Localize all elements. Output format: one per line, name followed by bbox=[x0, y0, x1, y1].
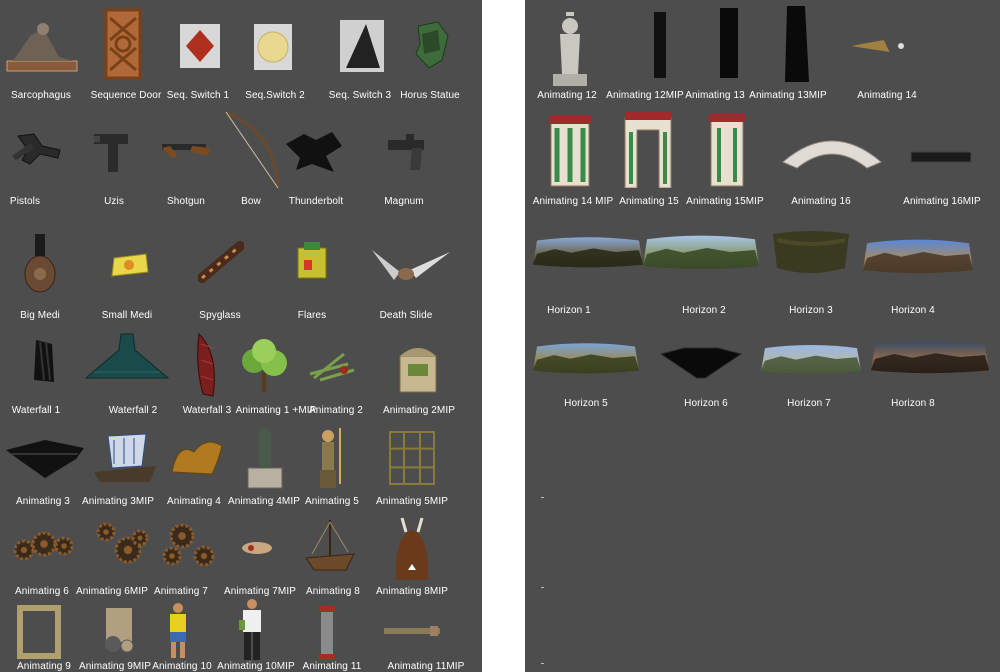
sarcophagus-icon bbox=[3, 15, 81, 75]
animating-2-icon bbox=[308, 346, 358, 384]
animating-1-mip-icon bbox=[238, 336, 290, 394]
waterfall-3-icon bbox=[195, 332, 219, 398]
animating-11mip-icon bbox=[382, 624, 442, 638]
right-panel: Animating 12 Animating 12MIP Animating 13 A… bbox=[525, 0, 1000, 672]
animating-9mip-icon bbox=[100, 604, 138, 658]
animating-13mip-icon bbox=[783, 4, 811, 84]
seq-switch-3-icon bbox=[338, 18, 386, 74]
asset-label: Animating 2MIP bbox=[383, 405, 455, 416]
animating-12mip-icon bbox=[652, 10, 668, 80]
animating-4-icon bbox=[166, 432, 228, 480]
asset-label: Horizon 7 bbox=[787, 398, 831, 409]
animating-5mip-icon bbox=[388, 430, 436, 486]
shotgun-icon bbox=[162, 138, 210, 160]
left-panel: Sarcophagus Sequence Door Seq. Switch 1 Seq… bbox=[0, 0, 482, 672]
animating-13-icon bbox=[718, 6, 740, 80]
animating-15-icon bbox=[621, 108, 675, 189]
animating-16mip-icon bbox=[909, 150, 973, 164]
waterfall-1-icon bbox=[30, 338, 56, 384]
animating-6mip-icon bbox=[94, 522, 150, 566]
asset-label: Animating 11MIP bbox=[387, 661, 465, 672]
horizon-4-icon bbox=[863, 236, 973, 276]
marker-dot bbox=[541, 663, 544, 664]
asset-label: Animating 16MIP bbox=[903, 196, 981, 207]
animating-14-icon bbox=[849, 36, 907, 56]
horizon-1-icon bbox=[533, 234, 643, 270]
horizon-3-icon bbox=[771, 228, 851, 278]
animating-14-mip-icon bbox=[545, 112, 595, 188]
asset-label: Animating 8MIP bbox=[376, 586, 448, 597]
marker-dot bbox=[541, 497, 544, 498]
animating-8-icon bbox=[302, 516, 358, 576]
asset-label: Horizon 8 bbox=[891, 398, 935, 409]
animating-16-icon bbox=[779, 126, 885, 172]
sequence-door-icon bbox=[104, 8, 142, 80]
animating-12-icon bbox=[547, 10, 593, 88]
animating-3-icon bbox=[4, 436, 86, 482]
horizon-7-icon bbox=[761, 342, 861, 376]
spyglass-icon bbox=[197, 240, 245, 284]
animating-15mip-icon bbox=[707, 110, 747, 188]
horus-statue-icon bbox=[408, 20, 450, 72]
seq-switch-2-icon bbox=[252, 22, 294, 72]
horizon-2-icon bbox=[643, 232, 759, 272]
asset-label: Horizon 2 bbox=[682, 305, 726, 316]
flares-icon bbox=[294, 238, 330, 282]
asset-label: Animating 5MIP bbox=[376, 496, 448, 507]
asset-label: Death Slide bbox=[379, 310, 433, 321]
asset-label: Animating 16 bbox=[791, 196, 851, 207]
asset-label: Horizon 4 bbox=[891, 305, 935, 316]
animating-11-icon bbox=[314, 604, 340, 662]
waterfall-2-icon bbox=[84, 332, 170, 382]
horizon-8-icon bbox=[871, 338, 989, 376]
animating-4mip-icon bbox=[244, 424, 286, 490]
animating-10mip-icon bbox=[234, 598, 270, 664]
asset-label: Horizon 1 bbox=[547, 305, 591, 316]
small-medi-icon bbox=[108, 250, 150, 280]
bow-icon bbox=[220, 108, 282, 192]
magnum-icon bbox=[384, 130, 428, 172]
animating-8mip-icon bbox=[390, 516, 434, 584]
seq-switch-1-icon bbox=[178, 22, 222, 70]
asset-label: Horizon 6 bbox=[684, 398, 728, 409]
asset-label: Magnum bbox=[384, 196, 424, 207]
animating-7mip-icon bbox=[240, 538, 274, 558]
death-slide-icon bbox=[370, 246, 452, 282]
big-medi-icon bbox=[22, 232, 58, 294]
asset-label: Animating 14 bbox=[857, 90, 917, 101]
animating-6-icon bbox=[12, 526, 76, 566]
horizon-5-icon bbox=[533, 340, 639, 376]
animating-3mip-icon bbox=[90, 430, 160, 486]
animating-5-icon bbox=[308, 424, 348, 490]
horizon-6-icon bbox=[659, 340, 743, 380]
animating-9-icon bbox=[16, 604, 62, 660]
pistols-icon bbox=[10, 128, 66, 168]
marker-dot bbox=[541, 587, 544, 588]
asset-label: Horus Statue bbox=[400, 90, 460, 101]
asset-label: Horizon 5 bbox=[564, 398, 608, 409]
animating-7-icon bbox=[160, 522, 224, 567]
animating-2mip-icon bbox=[396, 342, 440, 394]
thunderbolt-icon bbox=[282, 128, 344, 176]
animating-10-icon bbox=[164, 602, 192, 662]
uzis-icon bbox=[90, 128, 132, 174]
